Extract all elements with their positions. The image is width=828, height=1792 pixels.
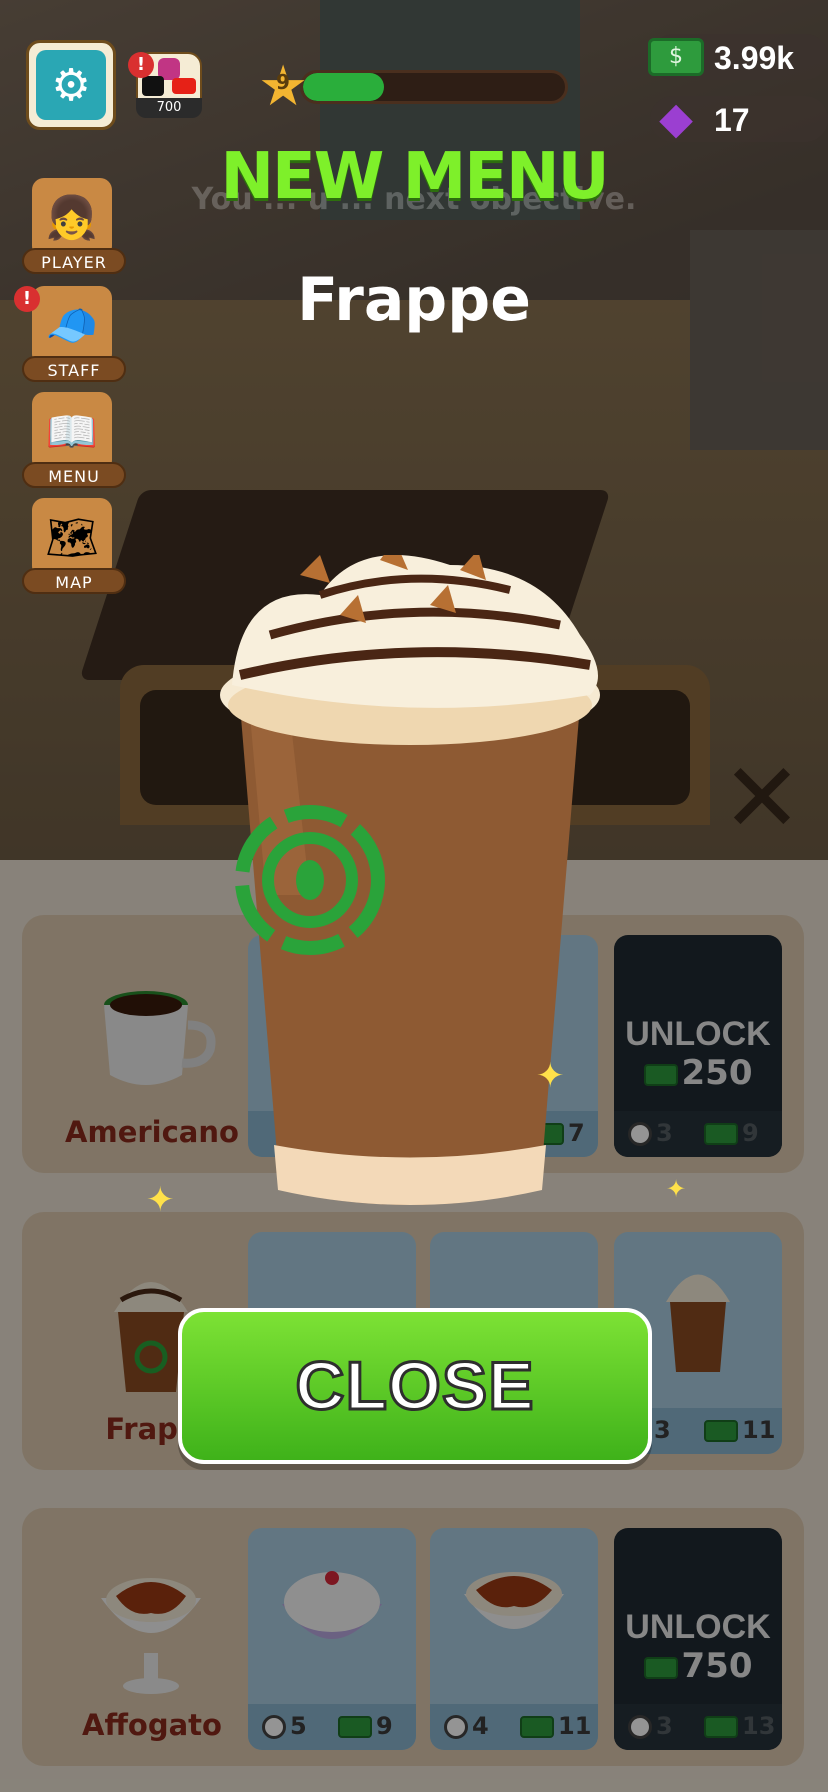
menu-button[interactable]: 📖 MENU	[22, 392, 126, 492]
cash-value: 3.99k	[714, 40, 795, 76]
staff-label: STAFF	[22, 356, 126, 382]
cash-counter: $ 3.99k	[648, 34, 828, 80]
alert-badge: !	[128, 52, 154, 78]
gear-icon: ⚙	[36, 50, 106, 120]
gem-icon: ◆	[659, 93, 693, 144]
cash-icon: $	[648, 38, 704, 76]
sparkle-icon: ✦	[666, 1175, 687, 1203]
gem-counter: ◆ 17	[650, 96, 828, 142]
popup-title: NEW MENU	[220, 140, 609, 214]
menu-label: MENU	[22, 462, 126, 488]
sparkle-icon: ✦	[536, 1056, 565, 1096]
new-item-name: Frappe	[297, 265, 531, 335]
map-label: MAP	[22, 568, 126, 594]
social-reward-count: 700	[136, 98, 202, 118]
close-button-label: CLOSE	[294, 1347, 535, 1426]
close-button[interactable]: CLOSE	[178, 1308, 652, 1464]
map-icon: 🗺	[32, 498, 112, 578]
xp-bar	[300, 70, 568, 104]
xp-fill	[303, 73, 385, 101]
sparkle-icon: ✦	[146, 1180, 175, 1220]
settings-button[interactable]: ⚙	[26, 40, 116, 130]
menu-book-icon: 📖	[32, 392, 112, 472]
map-button[interactable]: 🗺 MAP	[22, 498, 126, 598]
gem-value: 17	[714, 102, 750, 138]
frappe-illustration	[220, 555, 600, 1205]
level-number: 9	[276, 70, 290, 94]
